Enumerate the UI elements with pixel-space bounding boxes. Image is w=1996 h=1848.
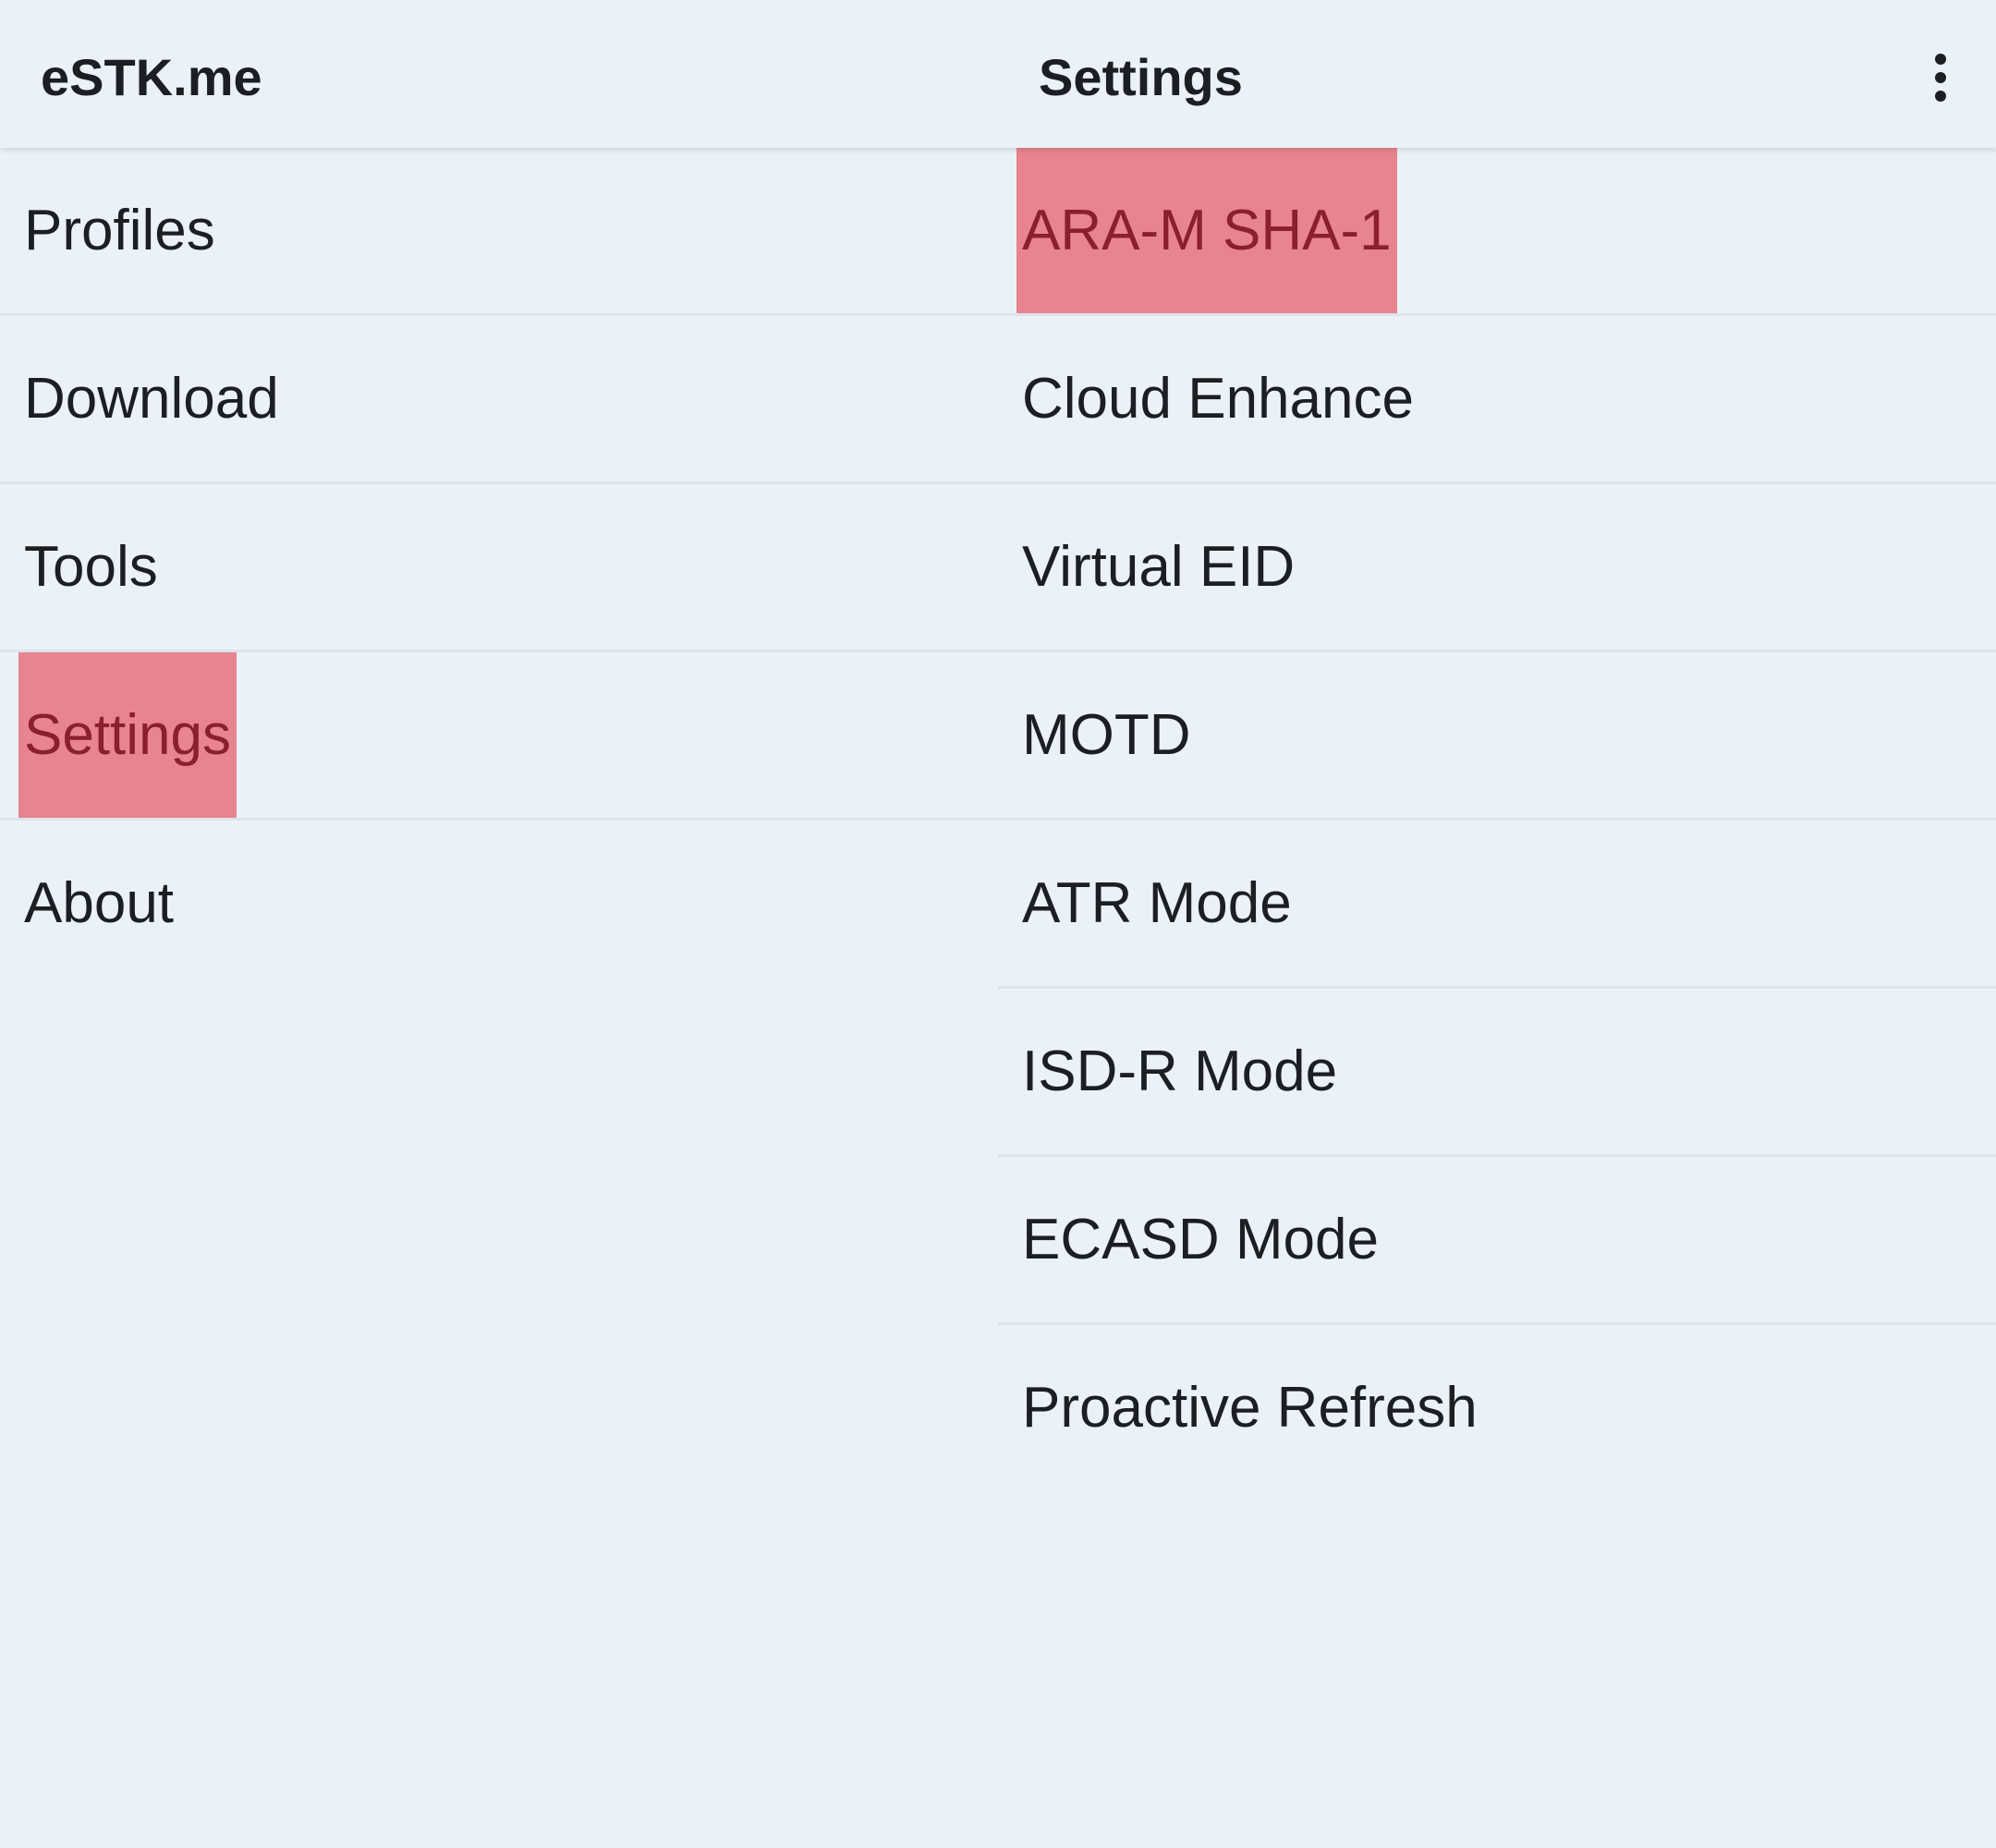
nav-item-label: Tools [24,535,158,599]
setting-label: Virtual EID [1022,535,1296,599]
nav-item-settings[interactable]: Settings [0,652,998,821]
setting-label: Cloud Enhance [1022,367,1414,431]
app-title: eSTK.me [41,48,262,106]
page-title: Settings [1039,48,1243,106]
setting-label: ATR Mode [1022,871,1292,935]
nav-item-label: Profiles [24,199,215,262]
nav-item-profiles[interactable]: Profiles [0,148,998,316]
setting-motd[interactable]: MOTD [998,652,1996,821]
overflow-dot [1935,54,1946,65]
setting-atr-mode[interactable]: ATR Mode [998,821,1996,989]
nav-item-about[interactable]: About [0,821,998,986]
overflow-dot [1935,91,1946,102]
overflow-dot [1935,72,1946,83]
settings-list: ARA-M SHA-1 Cloud Enhance Virtual EID MO… [998,148,1996,1490]
setting-isd-r-mode[interactable]: ISD-R Mode [998,989,1996,1157]
setting-label: ARA-M SHA-1 [1016,148,1397,313]
setting-ecasd-mode[interactable]: ECASD Mode [998,1157,1996,1325]
setting-proactive-refresh[interactable]: Proactive Refresh [998,1325,1996,1490]
nav-item-tools[interactable]: Tools [0,484,998,652]
setting-label: MOTD [1022,703,1191,767]
navigation-list: Profiles Download Tools Settings About [0,148,998,986]
more-vert-icon[interactable] [1904,37,1978,118]
nav-item-download[interactable]: Download [0,316,998,484]
setting-ara-m-sha1[interactable]: ARA-M SHA-1 [998,148,1996,316]
setting-label: ECASD Mode [1022,1208,1379,1271]
nav-item-label: Download [24,367,279,431]
setting-label: ISD-R Mode [1022,1040,1338,1103]
top-app-bar: eSTK.me Settings [0,0,1996,148]
nav-item-label: About [24,871,175,935]
setting-label: Proactive Refresh [1022,1376,1478,1440]
setting-cloud-enhance[interactable]: Cloud Enhance [998,316,1996,484]
nav-item-label: Settings [18,652,237,818]
setting-virtual-eid[interactable]: Virtual EID [998,484,1996,652]
